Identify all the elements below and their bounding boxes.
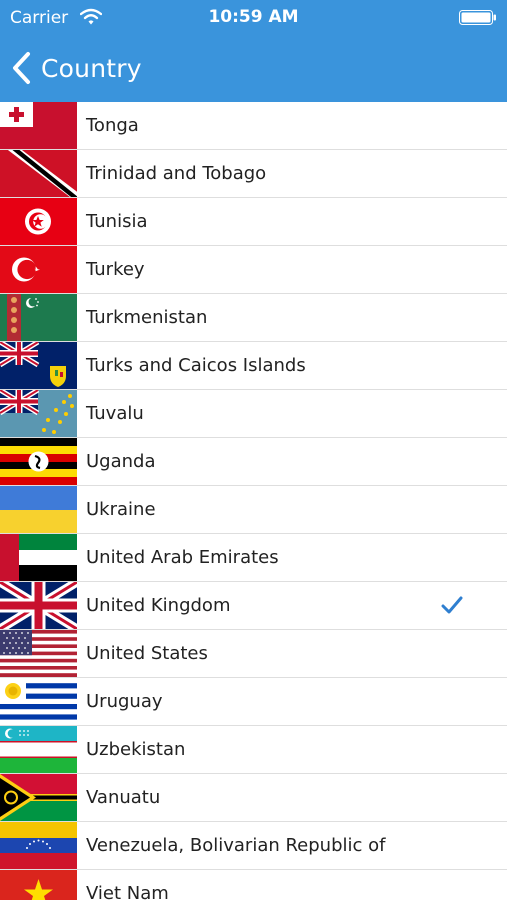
flag-venezuela-icon	[0, 822, 77, 869]
navigation-bar: Country	[0, 36, 507, 102]
country-row-turkey[interactable]: Turkey	[0, 246, 507, 294]
flag-viet-nam-icon	[0, 870, 77, 900]
flag-tuvalu-icon	[0, 390, 77, 437]
back-button[interactable]: Country	[10, 46, 142, 90]
country-name: Uganda	[86, 451, 156, 472]
country-row-trinidad-and-tobago[interactable]: Trinidad and Tobago	[0, 150, 507, 198]
country-name: Turkmenistan	[86, 307, 208, 328]
clock: 10:59 AM	[208, 7, 299, 27]
country-row-turkmenistan[interactable]: Turkmenistan	[0, 294, 507, 342]
country-row-uzbekistan[interactable]: Uzbekistan	[0, 726, 507, 774]
flag-tunisia-icon	[0, 198, 77, 245]
country-row-united-kingdom[interactable]: United Kingdom	[0, 582, 507, 630]
country-name: Turks and Caicos Islands	[86, 355, 306, 376]
country-row-uruguay[interactable]: Uruguay	[0, 678, 507, 726]
flag-ukraine-icon	[0, 486, 77, 533]
flag-tonga-icon	[0, 102, 77, 149]
flag-trinidad-and-tobago-icon	[0, 150, 77, 197]
status-bar: Carrier 10:59 AM	[0, 0, 507, 36]
country-name: Vanuatu	[86, 787, 161, 808]
country-row-united-arab-emirates[interactable]: United Arab Emirates	[0, 534, 507, 582]
country-list: Tonga Trinidad and Tobago Tunisia Turkey…	[0, 102, 507, 900]
country-name: Viet Nam	[86, 883, 169, 900]
country-name: Tuvalu	[86, 403, 144, 424]
country-row-uganda[interactable]: Uganda	[0, 438, 507, 486]
country-name: United Arab Emirates	[86, 547, 279, 568]
flag-turks-and-caicos-icon	[0, 342, 77, 389]
flag-united-kingdom-icon	[0, 582, 77, 629]
country-row-ukraine[interactable]: Ukraine	[0, 486, 507, 534]
header: Carrier 10:59 AM Country	[0, 0, 507, 102]
checkmark-icon	[441, 596, 463, 614]
country-name: Turkey	[86, 259, 145, 280]
country-name: Uruguay	[86, 691, 163, 712]
country-row-tunisia[interactable]: Tunisia	[0, 198, 507, 246]
flag-vanuatu-icon	[0, 774, 77, 821]
country-row-tonga[interactable]: Tonga	[0, 102, 507, 150]
flag-uruguay-icon	[0, 678, 77, 725]
country-row-united-states[interactable]: United States	[0, 630, 507, 678]
back-label: Country	[41, 53, 142, 83]
country-row-turks-and-caicos-islands[interactable]: Turks and Caicos Islands	[0, 342, 507, 390]
flag-uae-icon	[0, 534, 77, 581]
country-name: Uzbekistan	[86, 739, 186, 760]
flag-uganda-icon	[0, 438, 77, 485]
country-name: Ukraine	[86, 499, 156, 520]
country-name: Tonga	[86, 115, 139, 136]
flag-united-states-icon	[0, 630, 77, 677]
country-name: Tunisia	[86, 211, 148, 232]
country-name: United States	[86, 643, 208, 664]
country-name: Trinidad and Tobago	[86, 163, 267, 184]
chevron-left-icon	[13, 52, 30, 84]
flag-turkey-icon	[0, 246, 77, 293]
country-row-tuvalu[interactable]: Tuvalu	[0, 390, 507, 438]
country-row-venezuela[interactable]: Venezuela, Bolivarian Republic of	[0, 822, 507, 870]
battery-icon	[459, 10, 496, 25]
country-name: Venezuela, Bolivarian Republic of	[86, 835, 386, 856]
country-row-vanuatu[interactable]: Vanuatu	[0, 774, 507, 822]
country-row-viet-nam[interactable]: Viet Nam	[0, 870, 507, 900]
flag-uzbekistan-icon	[0, 726, 77, 773]
country-name: United Kingdom	[86, 595, 231, 616]
flag-turkmenistan-icon	[0, 294, 77, 341]
